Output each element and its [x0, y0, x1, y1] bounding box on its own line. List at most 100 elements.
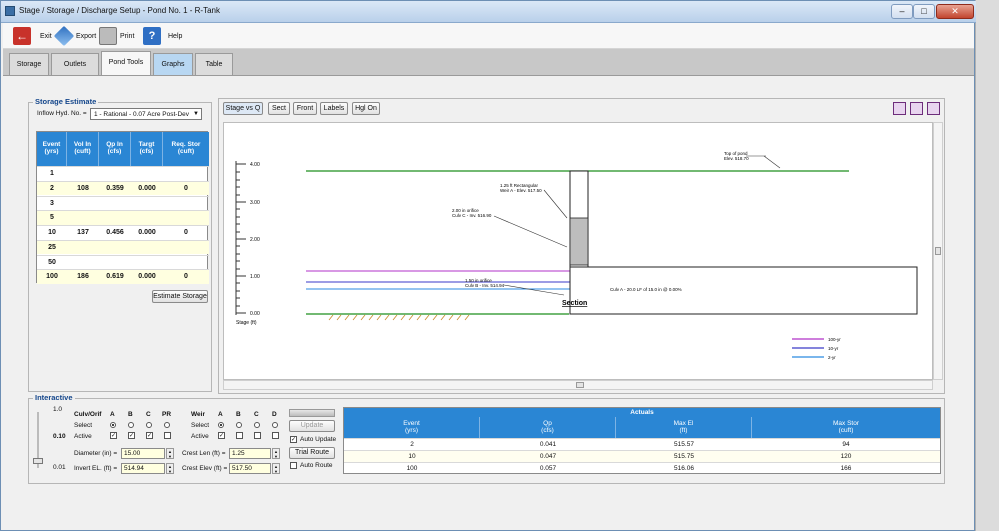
crest-elev-field[interactable]: 517.50	[229, 463, 271, 474]
tab-table[interactable]: Table	[195, 53, 233, 75]
table-row[interactable]: 100 0.057 516.06 166	[344, 462, 940, 474]
culv-b-select-radio[interactable]	[128, 422, 134, 428]
culv-c-active-checkbox[interactable]: ✓	[146, 432, 153, 439]
hgl-on-button[interactable]: Hgl On	[352, 102, 380, 115]
diameter-field[interactable]: 15.00	[121, 448, 165, 459]
table-row[interactable]: 25	[37, 239, 209, 255]
table-cell: 186	[77, 273, 89, 281]
tab-graphs[interactable]: Graphs	[153, 53, 193, 75]
auto-update-checkbox[interactable]: ✓	[290, 436, 297, 443]
update-button[interactable]: Update	[289, 420, 335, 432]
diameter-stepper[interactable]: ▲ ▼	[166, 448, 174, 459]
inflow-hyd-label: Inflow Hyd. No. =	[37, 110, 87, 117]
culv-col-c: C	[146, 411, 151, 418]
weir-d-active-checkbox[interactable]	[272, 432, 279, 439]
crest-elev-stepper[interactable]: ▲ ▼	[272, 463, 280, 474]
table-cell: 0.047	[539, 453, 557, 460]
culv-b-active-checkbox[interactable]: ✓	[128, 432, 135, 439]
table-row[interactable]: 10 0.047 515.75 120	[344, 450, 940, 462]
weir-active-label: Active	[191, 433, 209, 440]
weir-b-active-checkbox[interactable]	[236, 432, 243, 439]
help-icon: ?	[143, 27, 161, 45]
table-cell: 100	[46, 273, 58, 281]
table-cell: 94	[842, 441, 850, 448]
actuals-title: Actuals	[344, 408, 940, 417]
exit-button[interactable]: ← Exit	[13, 26, 52, 46]
table-cell: 516.06	[674, 465, 694, 472]
zoom-in-icon[interactable]	[893, 102, 906, 115]
maximize-button[interactable]: □	[913, 4, 935, 19]
table-row[interactable]: 2 0.041 515.57 94	[344, 438, 940, 450]
table-row[interactable]: 2 108 0.359 0.000 0	[37, 180, 209, 196]
table-row[interactable]: 1	[37, 166, 209, 181]
zoom-out-icon[interactable]	[910, 102, 923, 115]
scrollbar-thumb[interactable]	[935, 247, 941, 255]
culv-col-b: B	[128, 411, 133, 418]
table-cell: 0.000	[138, 273, 156, 281]
sect-button[interactable]: Sect	[268, 102, 290, 115]
print-button[interactable]: Print	[99, 26, 134, 46]
crest-len-field[interactable]: 1.25	[229, 448, 271, 459]
front-button[interactable]: Front	[293, 102, 317, 115]
y-tick-label: 2.00	[250, 237, 260, 243]
column-header: Event (yrs)	[37, 132, 67, 166]
weir-d-select-radio[interactable]	[272, 422, 278, 428]
inflow-hyd-dropdown[interactable]: 1 - Rational - 0.07 Acre Post-Dev ▼	[90, 108, 202, 120]
minimize-button[interactable]: –	[891, 4, 913, 19]
table-cell: 108	[77, 184, 89, 192]
crest-len-stepper[interactable]: ▲ ▼	[272, 448, 280, 459]
table-row[interactable]: 10 137 0.456 0.000 0	[37, 225, 209, 240]
tab-pond-tools[interactable]: Pond Tools	[101, 51, 151, 75]
table-row[interactable]: 100 186 0.619 0.000 0	[37, 269, 209, 284]
table-row[interactable]: 3	[37, 195, 209, 211]
table-cell: 515.57	[674, 441, 694, 448]
tab-storage[interactable]: Storage	[9, 53, 49, 75]
culv-pr-select-radio[interactable]	[164, 422, 170, 428]
legend-label-100-yr: 100-yr	[828, 337, 841, 342]
table-cell: 0	[184, 184, 188, 192]
table-cell: 0.000	[138, 229, 156, 236]
weir-a-select-radio[interactable]	[218, 422, 224, 428]
zoom-fit-icon[interactable]	[927, 102, 940, 115]
legend-label-10-yr: 10-yr	[828, 346, 839, 351]
estimate-storage-button[interactable]: Estimate Storage	[152, 290, 208, 303]
table-cell: 5	[50, 214, 54, 222]
horizontal-scrollbar[interactable]	[223, 380, 933, 390]
slider-handle[interactable]	[33, 458, 43, 464]
culv-pr-active-checkbox[interactable]	[164, 432, 171, 439]
app-icon	[5, 6, 15, 16]
auto-route-checkbox[interactable]	[290, 462, 297, 469]
weir-select-label: Select	[191, 422, 210, 429]
culv-a-active-checkbox[interactable]: ✓	[110, 432, 117, 439]
labels-button[interactable]: Labels	[320, 102, 348, 115]
weir-c-active-checkbox[interactable]	[254, 432, 261, 439]
scrollbar-thumb[interactable]	[576, 382, 584, 388]
table-cell: 0	[184, 273, 188, 281]
invert-field[interactable]: 514.94	[121, 463, 165, 474]
table-cell: 3	[50, 199, 54, 207]
export-button[interactable]: Export	[53, 25, 96, 47]
invert-stepper[interactable]: ▲ ▼	[166, 463, 174, 474]
table-row[interactable]: 50	[37, 254, 209, 270]
culv-a-select-radio[interactable]	[110, 422, 116, 428]
stage-vs-q-button[interactable]: Stage vs Q	[223, 102, 263, 115]
storage-estimate-title: Storage Estimate	[33, 97, 99, 106]
column-header: Targt (cfs)	[131, 132, 163, 166]
tab-outlets[interactable]: Outlets	[51, 53, 99, 75]
column-header: Max Stor (cuft)	[752, 417, 940, 438]
weir-a-active-checkbox[interactable]: ✓	[218, 432, 225, 439]
slider-min-value: 0.01	[53, 464, 66, 471]
diameter-label: Diameter (in) =	[74, 450, 118, 457]
vertical-scrollbar[interactable]	[933, 122, 943, 380]
weir-b-select-radio[interactable]	[236, 422, 242, 428]
exit-label: Exit	[40, 32, 52, 40]
section-plot-svg: 4.00 3.00 2.00 1.00 0.00 Stage (ft) Top …	[235, 151, 918, 360]
culv-orif-label: Culv/Orif	[74, 411, 102, 418]
culv-c-select-radio[interactable]	[146, 422, 152, 428]
trial-route-button[interactable]: Trial Route	[289, 447, 335, 459]
close-button[interactable]: ✕	[936, 4, 974, 19]
orifice-c-opening	[569, 217, 589, 266]
help-button[interactable]: ? Help	[143, 26, 182, 46]
weir-c-select-radio[interactable]	[254, 422, 260, 428]
table-row[interactable]: 5	[37, 210, 209, 225]
